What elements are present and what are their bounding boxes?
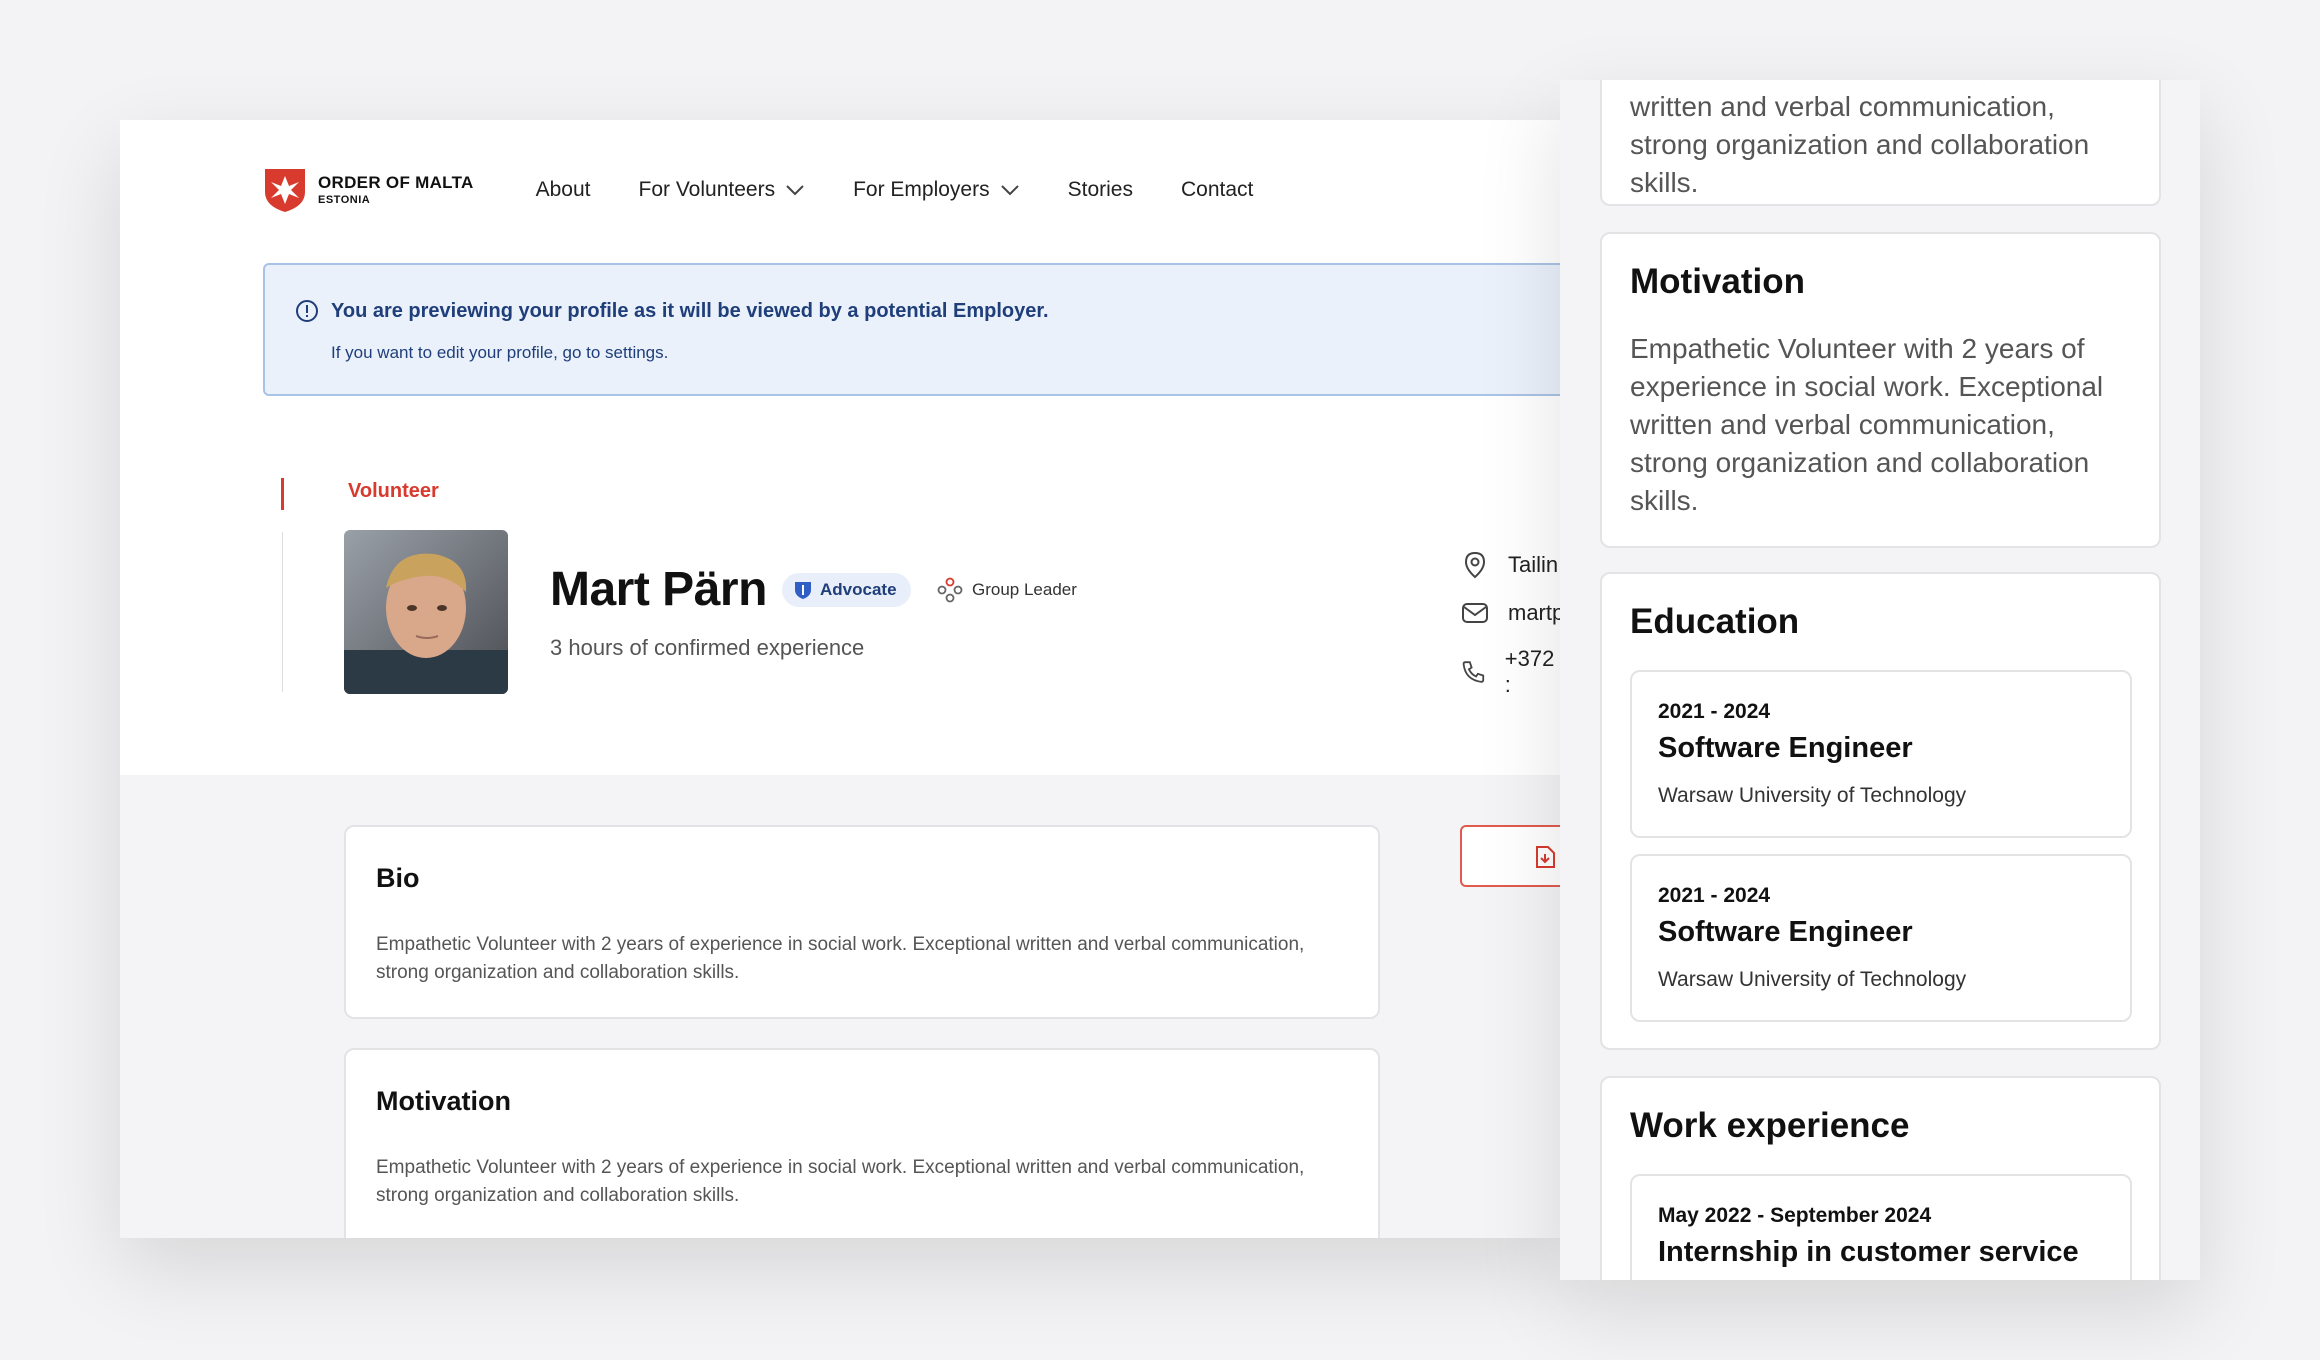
profile-name: Mart Pärn (550, 563, 767, 616)
contact-phone-text: +372 : (1504, 646, 1555, 697)
shield-icon (795, 582, 811, 599)
logo-subtitle: ESTONIA (318, 194, 371, 206)
notice-subtitle: If you want to edit your profile, go to … (331, 343, 669, 362)
contact-location-text: Tailin (1508, 552, 1559, 577)
nav-about-label: About (535, 178, 591, 201)
download-icon (1536, 846, 1555, 868)
work-item: May 2022 - September 2024 Internship in … (1630, 1174, 2132, 1280)
location-pin-icon (1464, 551, 1486, 579)
profile-divider (282, 532, 283, 692)
nav-for-employers-label: For Employers (853, 178, 990, 201)
nav-for-volunteers-label: For Volunteers (638, 178, 776, 201)
logo-name: ORDER OF MALTA (318, 173, 474, 192)
avatar (344, 530, 508, 694)
bio-text: Empathetic Volunteer with 2 years of exp… (376, 934, 1305, 983)
contact-email[interactable]: martp (1460, 598, 1560, 628)
education-dates: 2021 - 2024 (1658, 700, 1771, 723)
mobile-motivation-card: Motivation Empathetic Volunteer with 2 y… (1600, 232, 2161, 548)
nav-for-volunteers[interactable]: For Volunteers (639, 178, 806, 202)
mobile-education-title: Education (1630, 602, 1800, 641)
group-leader-badge: Group Leader (936, 573, 1077, 607)
group-leader-badge-label: Group Leader (972, 580, 1077, 599)
mobile-motivation-title: Motivation (1630, 262, 1805, 301)
chevron-down-icon (786, 185, 804, 196)
motivation-card: Motivation Empathetic Volunteer with 2 y… (344, 1048, 1380, 1238)
info-icon (296, 300, 318, 322)
group-icon (937, 577, 963, 603)
logo[interactable]: ORDER OF MALTA ESTONIA (262, 166, 474, 214)
role-accent-bar (281, 478, 284, 510)
role-label: Volunteer (348, 480, 439, 502)
mobile-work-title: Work experience (1630, 1106, 1910, 1145)
mobile-preview: written and verbal communication, strong… (1560, 80, 2200, 1280)
education-school: Warsaw University of Technology (1658, 968, 1967, 991)
contact-phone[interactable]: +372 : (1460, 646, 1560, 698)
motivation-text: Empathetic Volunteer with 2 years of exp… (376, 1157, 1305, 1206)
nav-for-employers[interactable]: For Employers (853, 178, 1020, 202)
nav-about[interactable]: About (536, 178, 591, 202)
malta-cross-icon (265, 169, 305, 212)
desktop-preview: ORDER OF MALTA ESTONIA About For Volunte… (120, 120, 1560, 1238)
education-school: Warsaw University of Technology (1658, 784, 1967, 807)
bio-card: Bio Empathetic Volunteer with 2 years of… (344, 825, 1380, 1019)
nav-contact[interactable]: Contact (1181, 178, 1253, 202)
education-title: Software Engineer (1658, 732, 1913, 764)
nav-contact-label: Contact (1180, 178, 1254, 201)
phone-icon (1462, 661, 1485, 683)
contact-email-text: martp (1508, 600, 1560, 625)
education-item: 2021 - 2024 Software Engineer Warsaw Uni… (1630, 854, 2132, 1022)
preview-notice: You are previewing your profile as it wi… (263, 263, 1560, 396)
mobile-bio-text-partial: written and verbal communication, strong… (1630, 91, 2090, 198)
motivation-title: Motivation (376, 1086, 511, 1116)
top-nav: ORDER OF MALTA ESTONIA About For Volunte… (262, 158, 1560, 222)
work-title: Internship in customer service (1658, 1236, 2079, 1268)
nav-stories[interactable]: Stories (1068, 178, 1133, 202)
notice-title: You are previewing your profile as it wi… (331, 299, 1049, 322)
work-dates: May 2022 - September 2024 (1658, 1204, 1932, 1227)
experience-summary: 3 hours of confirmed experience (550, 635, 865, 660)
education-item: 2021 - 2024 Software Engineer Warsaw Uni… (1630, 670, 2132, 838)
mobile-motivation-text: Empathetic Volunteer with 2 years of exp… (1630, 333, 2104, 516)
advocate-badge-label: Advocate (820, 580, 897, 599)
download-cv-button[interactable] (1460, 825, 1560, 887)
advocate-badge: Advocate (782, 573, 911, 607)
bio-title: Bio (376, 863, 420, 893)
education-title: Software Engineer (1658, 916, 1913, 948)
chevron-down-icon (1000, 185, 1019, 196)
mail-icon (1462, 603, 1488, 623)
nav-stories-label: Stories (1067, 178, 1133, 201)
mobile-education-card: Education 2021 - 2024 Software Engineer … (1600, 572, 2161, 1050)
education-dates: 2021 - 2024 (1658, 884, 1771, 907)
mobile-bio-card: written and verbal communication, strong… (1600, 80, 2161, 206)
contact-location: Tailin (1460, 550, 1558, 580)
mobile-work-card: Work experience May 2022 - September 202… (1600, 1076, 2161, 1280)
